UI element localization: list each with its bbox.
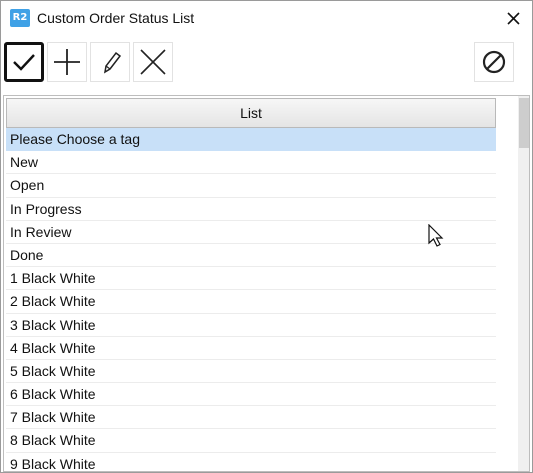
status-list[interactable]: List Please Choose a tag New Open In Progre… — [3, 95, 530, 472]
list-item[interactable]: 2 Black White — [6, 290, 496, 314]
pencil-icon — [103, 51, 122, 74]
checkmark-icon — [13, 54, 35, 71]
confirm-button[interactable] — [4, 42, 44, 82]
list-item[interactable]: 3 Black White — [6, 314, 496, 337]
list-item[interactable]: 1 Black White — [6, 267, 496, 291]
list-column-header[interactable]: List — [6, 98, 496, 128]
close-icon — [507, 12, 520, 25]
delete-button[interactable] — [133, 42, 173, 82]
x-icon — [140, 49, 166, 75]
list-item[interactable]: 9 Black White — [6, 453, 496, 471]
edit-button[interactable] — [90, 42, 130, 82]
toolbar — [1, 39, 532, 85]
cancel-button[interactable] — [474, 42, 514, 82]
title-bar: R2 Custom Order Status List — [1, 1, 532, 37]
window-title: Custom Order Status List — [37, 10, 195, 26]
list-item[interactable]: 7 Black White — [6, 406, 496, 430]
list-item[interactable]: In Review — [6, 221, 496, 244]
close-button[interactable] — [501, 7, 525, 31]
list-item[interactable]: In Progress — [6, 198, 496, 221]
list-item[interactable]: Please Choose a tag — [6, 128, 496, 152]
list-rows: Please Choose a tag New Open In Progress In … — [6, 128, 496, 471]
list-item[interactable]: 4 Black White — [6, 337, 496, 360]
list-item[interactable]: 5 Black White — [6, 360, 496, 384]
app-logo-icon: R2 — [10, 9, 30, 27]
list-item[interactable]: Done — [6, 244, 496, 268]
dialog-window: R2 Custom Order Status List List Please … — [0, 0, 533, 473]
plus-icon — [54, 49, 80, 75]
add-button[interactable] — [47, 42, 87, 82]
scroll-thumb[interactable] — [519, 98, 529, 148]
list-item[interactable]: 8 Black White — [6, 429, 496, 453]
list-item[interactable]: Open — [6, 174, 496, 198]
list-item[interactable]: New — [6, 151, 496, 175]
vertical-scrollbar[interactable] — [518, 96, 529, 471]
mouse-cursor-icon — [428, 224, 444, 247]
list-item[interactable]: 6 Black White — [6, 383, 496, 407]
no-entry-icon — [482, 50, 506, 74]
